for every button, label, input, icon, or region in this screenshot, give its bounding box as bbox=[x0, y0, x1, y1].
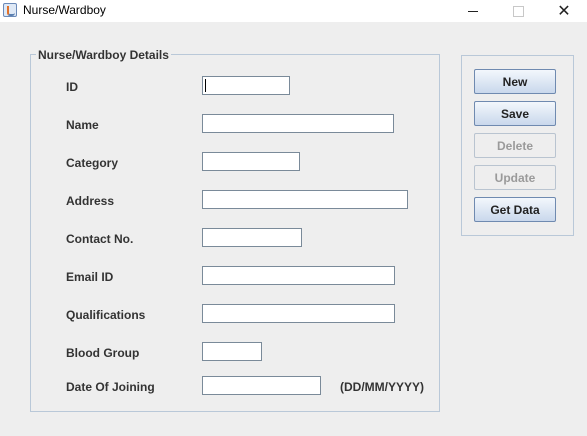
name-label: Name bbox=[66, 118, 99, 132]
window-title: Nurse/Wardboy bbox=[23, 3, 106, 17]
address-field[interactable] bbox=[202, 190, 408, 209]
delete-button[interactable]: Delete bbox=[474, 133, 556, 158]
update-button[interactable]: Update bbox=[474, 165, 556, 190]
details-panel-title: Nurse/Wardboy Details bbox=[36, 48, 171, 62]
qualifications-label: Qualifications bbox=[66, 308, 146, 322]
close-button[interactable]: ✕ bbox=[544, 0, 584, 22]
id-field[interactable] bbox=[202, 76, 290, 95]
maximize-button[interactable] bbox=[498, 0, 538, 22]
new-button[interactable]: New bbox=[474, 69, 556, 94]
close-icon: ✕ bbox=[557, 3, 571, 20]
minimize-icon bbox=[468, 10, 478, 12]
blood-group-field[interactable] bbox=[202, 342, 262, 361]
get-data-button[interactable]: Get Data bbox=[474, 197, 556, 222]
date-format-hint: (DD/MM/YYYY) bbox=[340, 380, 424, 394]
save-button[interactable]: Save bbox=[474, 101, 556, 126]
id-label: ID bbox=[66, 80, 78, 94]
qualifications-field[interactable] bbox=[202, 304, 395, 323]
java-app-icon bbox=[3, 3, 17, 17]
date-of-joining-field[interactable] bbox=[202, 376, 321, 395]
minimize-button[interactable] bbox=[453, 0, 493, 22]
blood-group-label: Blood Group bbox=[66, 346, 140, 360]
address-label: Address bbox=[66, 194, 115, 208]
category-field[interactable] bbox=[202, 152, 300, 171]
contact-no-label: Contact No. bbox=[66, 232, 134, 246]
email-id-field[interactable] bbox=[202, 266, 395, 285]
contact-no-field[interactable] bbox=[202, 228, 302, 247]
date-of-joining-label: Date Of Joining bbox=[66, 380, 155, 394]
category-label: Category bbox=[66, 156, 119, 170]
email-id-label: Email ID bbox=[66, 270, 114, 284]
name-field[interactable] bbox=[202, 114, 394, 133]
title-bar: Nurse/Wardboy ✕ bbox=[0, 0, 587, 22]
text-caret bbox=[205, 79, 206, 92]
maximize-icon bbox=[512, 5, 524, 17]
